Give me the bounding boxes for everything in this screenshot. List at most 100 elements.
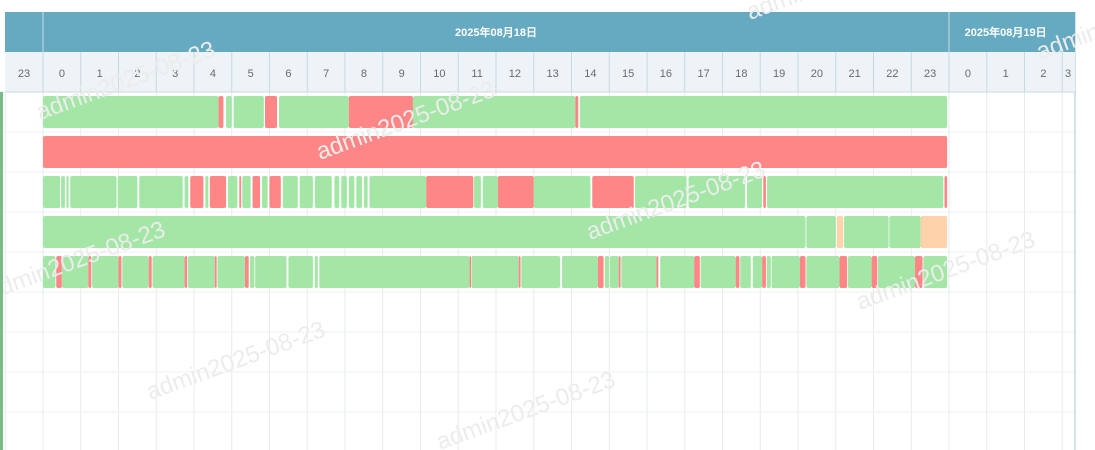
hour-label: 23 [924,68,936,80]
status-segment-fault[interactable] [184,256,188,288]
top-margin [0,0,1095,12]
status-segment-running[interactable] [771,256,800,288]
status-segment-running[interactable] [319,256,470,288]
status-segment-fault[interactable] [269,176,281,208]
status-segment-running[interactable] [226,96,232,128]
status-segment-running[interactable] [806,256,840,288]
status-segment-running[interactable] [700,256,736,288]
status-segment-running[interactable] [288,256,313,288]
status-segment-running[interactable] [533,176,591,208]
status-segment-running[interactable] [261,176,268,208]
status-segment-fault[interactable] [518,256,521,288]
hour-label: 21 [849,68,861,80]
status-segment-fault[interactable] [597,256,604,288]
status-segment-idle[interactable] [920,216,948,248]
status-segment-running[interactable] [348,176,355,208]
status-segment-running[interactable] [187,256,215,288]
status-segment-running[interactable] [806,216,836,248]
status-segment-running[interactable] [766,256,771,288]
status-segment-running[interactable] [70,176,117,208]
left-panel-edge [0,92,3,450]
status-segment-running[interactable] [474,176,481,208]
status-segment-fault[interactable] [694,256,700,288]
status-segment-fault[interactable] [497,176,534,208]
status-segment-running[interactable] [66,176,69,208]
status-segment-running[interactable] [471,256,519,288]
status-segment-running[interactable] [227,176,238,208]
status-segment-running[interactable] [844,216,889,248]
status-segment-fault[interactable] [43,136,948,168]
status-segment-fault[interactable] [944,176,948,208]
status-segment-running[interactable] [356,176,362,208]
status-segment-running[interactable] [43,176,60,208]
status-segment-running[interactable] [205,176,209,208]
status-segment-running[interactable] [482,176,498,208]
status-segment-running[interactable] [282,176,298,208]
status-segment-running[interactable] [363,176,368,208]
timeline-row [43,136,948,168]
status-segment-running[interactable] [847,256,872,288]
status-segment-running[interactable] [217,256,245,288]
status-segment-fault[interactable] [656,256,659,288]
status-segment-running[interactable] [752,256,763,288]
status-segment-running[interactable] [621,256,657,288]
status-segment-running[interactable] [579,96,948,128]
status-segment-fault[interactable] [118,256,122,288]
status-segment-idle[interactable] [836,216,844,248]
status-segment-running[interactable] [61,176,65,208]
timeline-rows [43,96,948,288]
status-segment-fault[interactable] [469,256,472,288]
status-segment-fault[interactable] [762,256,766,288]
hour-label: 1 [1003,68,1009,80]
status-segment-running[interactable] [117,176,138,208]
status-segment-fault[interactable] [618,256,621,288]
status-segment-running[interactable] [562,256,598,288]
status-segment-running[interactable] [233,96,264,128]
status-segment-running[interactable] [610,256,619,288]
status-segment-running[interactable] [767,176,944,208]
status-segment-running[interactable] [660,256,695,288]
hour-label: 17 [698,68,710,80]
status-segment-running[interactable] [152,256,185,288]
status-segment-fault[interactable] [209,176,227,208]
hour-label: 0 [965,68,971,80]
status-segment-fault[interactable] [735,256,740,288]
status-segment-running[interactable] [278,96,349,128]
status-segment-running[interactable] [184,176,189,208]
status-segment-running[interactable] [242,176,251,208]
status-segment-running[interactable] [740,256,751,288]
status-segment-running[interactable] [341,176,347,208]
status-segment-fault[interactable] [244,256,249,288]
status-segment-fault[interactable] [575,96,579,128]
status-segment-running[interactable] [255,256,287,288]
status-segment-fault[interactable] [252,176,261,208]
date-label: 2025年08月19日 [965,25,1047,39]
status-segment-fault[interactable] [426,176,474,208]
status-segment-running[interactable] [334,176,340,208]
hour-label: 2 [1040,68,1046,80]
status-segment-running[interactable] [889,216,921,248]
status-segment-running[interactable] [122,256,149,288]
status-segment-fault[interactable] [799,256,806,288]
hour-label: 9 [399,68,405,80]
status-segment-running[interactable] [314,176,332,208]
status-segment-running[interactable] [299,176,313,208]
status-segment-fault[interactable] [218,96,224,128]
hour-label: 13 [547,68,559,80]
hour-label: 5 [248,68,254,80]
hour-label: 19 [773,68,785,80]
status-segment-running[interactable] [604,256,610,288]
status-segment-fault[interactable] [190,176,204,208]
status-segment-fault[interactable] [148,256,152,288]
hour-label: 10 [433,68,445,80]
status-segment-running[interactable] [139,176,183,208]
status-segment-running[interactable] [314,256,318,288]
status-segment-running[interactable] [521,256,561,288]
status-segment-fault[interactable] [839,256,848,288]
status-segment-fault[interactable] [264,96,278,128]
hour-label: 0 [59,68,65,80]
status-segment-running[interactable] [369,176,427,208]
status-segment-fault[interactable] [239,176,242,208]
status-segment-fault[interactable] [214,256,217,288]
status-segment-running[interactable] [249,256,255,288]
